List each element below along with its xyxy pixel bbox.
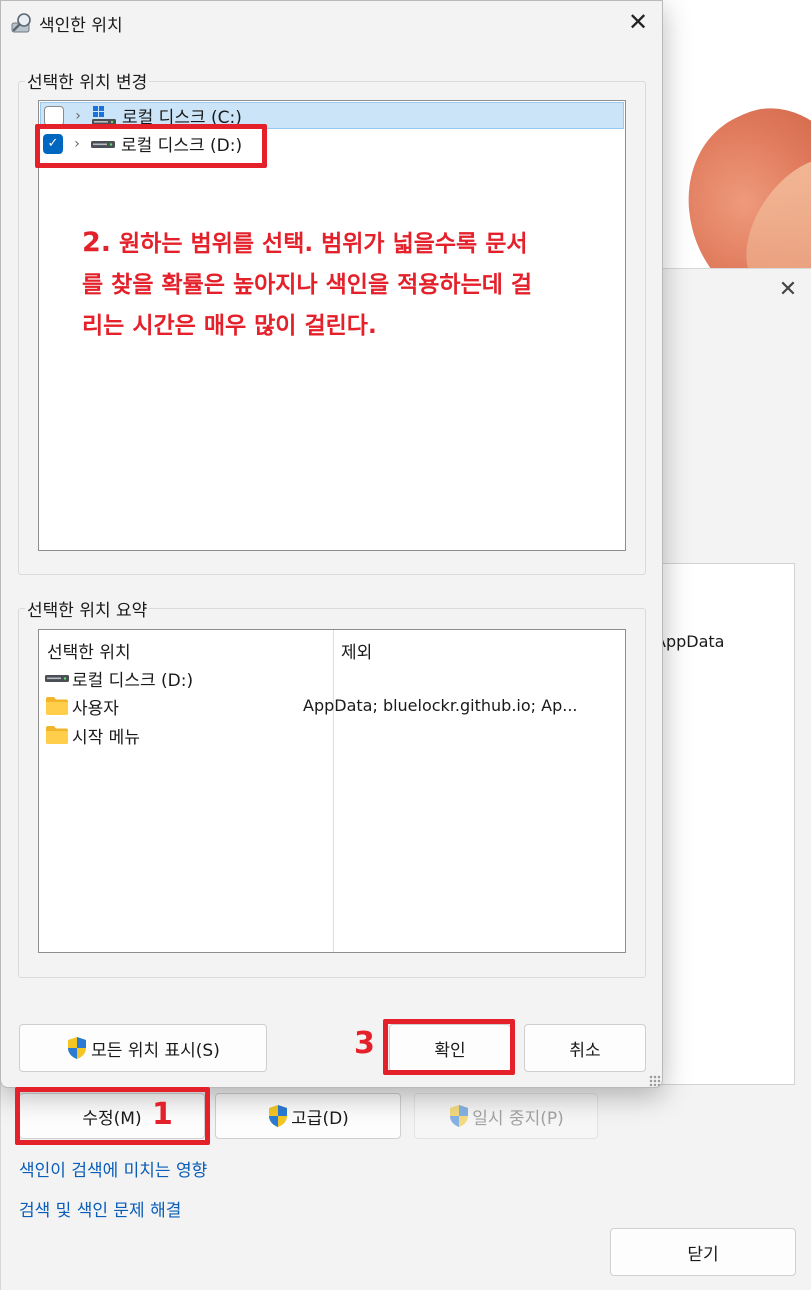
summary-row-users: 사용자 [45,694,119,719]
troubleshoot-link[interactable]: 검색 및 색인 문제 해결 [19,1196,181,1221]
summary-row-label: 로컬 디스크 (D:) [72,670,194,691]
drive-icon [45,675,69,682]
annotation-step1: 1 [152,1097,173,1132]
desktop-wallpaper [640,0,811,270]
annotation-step2-number: 2. [82,227,112,258]
resize-grip[interactable] [649,1075,661,1087]
parent-close-icon[interactable]: ✕ [776,278,800,302]
annotation-step2-text: 2. 원하는 범위를 선택. 범위가 넓을수록 문서를 찾을 확률은 높아지나 … [82,222,542,347]
uac-shield-icon [269,1105,288,1127]
pause-button-label: 일시 중지(P) [472,1108,564,1129]
change-locations-group-title: 선택한 위치 변경 [25,68,150,93]
parent-close-button[interactable]: 닫기 [610,1228,796,1276]
summary-row-label: 시작 메뉴 [72,727,140,748]
summary-column-divider [333,630,334,952]
windows-drive-icon [92,105,116,125]
folder-icon [46,726,68,744]
summary-group-title: 선택한 위치 요약 [25,596,150,621]
show-all-locations-label: 모든 위치 표시(S) [91,1040,220,1061]
summary-header-location: 선택한 위치 [47,643,131,663]
indexing-magnifier-icon [11,13,31,33]
title-bar[interactable]: 색인한 위치 ✕ [1,1,662,45]
indexing-effect-link[interactable]: 색인이 검색에 미치는 영향 [19,1156,207,1181]
cancel-button-label: 취소 [569,1040,601,1061]
dialog-close-icon[interactable]: ✕ [625,9,651,35]
annotation-box-ok [383,1019,515,1075]
advanced-button-label: 고급(D) [291,1108,349,1129]
dialog-title: 색인한 위치 [39,16,123,36]
uac-shield-icon [450,1105,469,1127]
folder-icon [46,697,68,715]
chevron-right-icon[interactable]: › [72,108,84,124]
advanced-button[interactable]: 고급(D) [215,1093,401,1139]
summary-list: 선택한 위치 제외 로컬 디스크 (D:) 사용자 시작 메뉴 [38,629,626,953]
annotation-box-d-drive [35,124,267,168]
annotation-step3: 3 [354,1026,375,1061]
uac-shield-icon [68,1037,87,1059]
parent-exclude-text: AppData [655,632,725,651]
summary-header-exclude: 제외 [341,643,373,663]
summary-exclude-value: AppData; bluelockr.github.io; Ap... [303,696,578,715]
summary-row-label: 사용자 [72,698,119,719]
pause-button: 일시 중지(P) [414,1093,598,1139]
close-button-label: 닫기 [687,1244,719,1265]
cancel-button[interactable]: 취소 [524,1024,646,1072]
checkbox-c-drive[interactable] [44,105,64,126]
summary-row-start-menu: 시작 메뉴 [45,723,140,748]
annotation-step2-body: 원하는 범위를 선택. 범위가 넓을수록 문서를 찾을 확률은 높아지나 색인을… [82,231,533,339]
annotation-box-modify [15,1087,210,1145]
summary-row-d-drive: 로컬 디스크 (D:) [45,666,194,691]
show-all-locations-button[interactable]: 모든 위치 표시(S) [19,1024,267,1072]
